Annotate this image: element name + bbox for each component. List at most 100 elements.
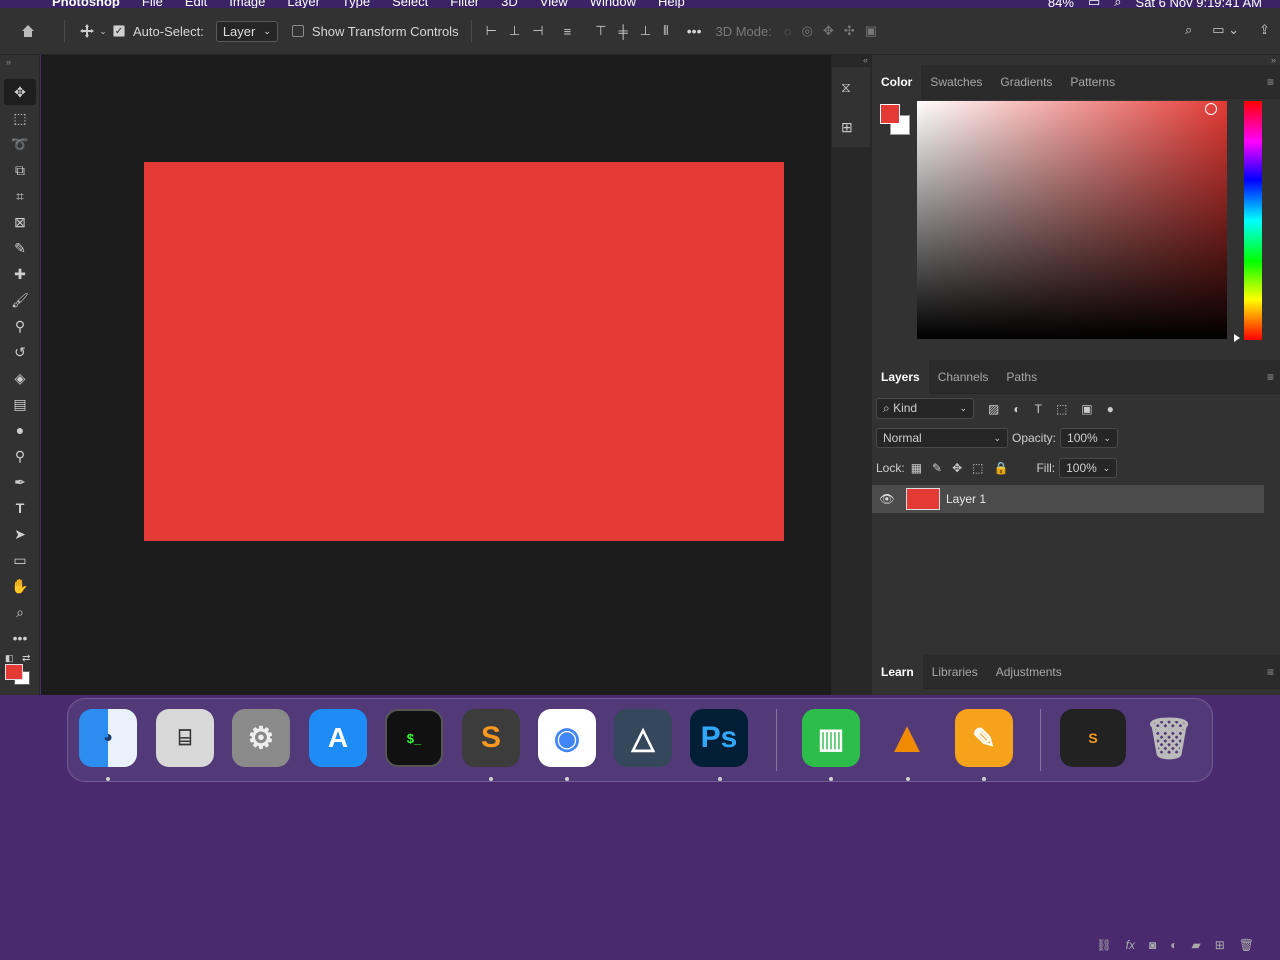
eye-icon[interactable]: 👁 xyxy=(872,492,902,506)
collapse-panels-icon[interactable]: « xyxy=(863,55,868,65)
swap-colors-icon[interactable]: ⇄ xyxy=(22,653,30,664)
lock-image-icon[interactable]: ✎ xyxy=(932,461,942,475)
align-left-icon[interactable]: ⊢ xyxy=(486,23,497,39)
spotlight-icon[interactable]: ⌕ xyxy=(1114,0,1121,8)
vlc-icon[interactable]: ▲ xyxy=(878,709,936,767)
chrome-icon[interactable]: ◉ xyxy=(538,709,596,767)
tab-swatches[interactable]: Swatches xyxy=(921,65,991,99)
terminal-icon[interactable]: $_ xyxy=(385,709,443,767)
align-bottom-icon[interactable]: ⊥ xyxy=(640,23,651,39)
canvas-area[interactable] xyxy=(41,55,831,695)
auto-select-checkbox[interactable]: ✓ xyxy=(113,25,125,37)
auto-select-dropdown[interactable]: Layer ⌄ xyxy=(215,20,278,42)
pen-tool-icon[interactable]: ✒ xyxy=(0,469,40,495)
tab-learn[interactable]: Learn xyxy=(872,654,923,689)
menu-edit[interactable]: Edit xyxy=(185,0,207,8)
system-preferences-icon[interactable]: ⚙ xyxy=(232,709,290,767)
opacity-input[interactable]: 100% ⌄ xyxy=(1060,428,1119,448)
affinity-icon[interactable]: △ xyxy=(614,709,672,767)
filter-pixel-icon[interactable]: ▨ xyxy=(988,402,999,416)
gradient-tool-icon[interactable]: ▤ xyxy=(0,391,40,417)
eraser-tool-icon[interactable]: ◈ xyxy=(0,365,40,391)
layer-thumbnail[interactable] xyxy=(906,488,940,510)
layer-filter-dropdown[interactable]: ⌕ Kind ⌄ xyxy=(876,398,974,419)
photoshop-icon[interactable]: Ps xyxy=(690,709,748,767)
3d-orbit-icon[interactable]: ◌ xyxy=(784,24,792,39)
history-panel-icon[interactable]: ⧖ xyxy=(841,79,851,96)
share-icon[interactable]: ⇪ xyxy=(1259,22,1270,38)
tab-color[interactable]: Color xyxy=(872,64,922,99)
foreground-color-swatch[interactable] xyxy=(5,664,23,680)
home-icon[interactable] xyxy=(0,23,56,39)
object-select-tool-icon[interactable]: ⧉ xyxy=(0,157,40,183)
properties-panel-icon[interactable]: ⊞ xyxy=(841,119,853,136)
menu-layer[interactable]: Layer xyxy=(287,0,320,8)
3d-pan-icon[interactable]: ✥ xyxy=(823,23,834,39)
zoom-tool-icon[interactable]: ⌕ xyxy=(0,599,40,625)
align-hcenter-icon[interactable]: ⊥ xyxy=(509,23,520,39)
search-icon[interactable]: ⌕ xyxy=(1185,22,1192,38)
align-right-icon[interactable]: ⊣ xyxy=(532,23,543,39)
menu-image[interactable]: Image xyxy=(229,0,265,8)
hue-slider-marker[interactable] xyxy=(1234,334,1240,342)
expand-panels-icon[interactable]: » xyxy=(1271,55,1276,65)
dodge-tool-icon[interactable]: ⚲ xyxy=(0,443,40,469)
document-canvas[interactable] xyxy=(144,162,784,541)
tab-libraries[interactable]: Libraries xyxy=(923,655,987,689)
chevron-down-icon[interactable]: ⌄ xyxy=(99,26,107,37)
link-layers-icon[interactable]: ⛓ xyxy=(1096,938,1111,952)
color-field[interactable] xyxy=(917,101,1227,339)
tab-patterns[interactable]: Patterns xyxy=(1061,65,1124,99)
collapse-toolbar-icon[interactable]: » xyxy=(0,55,39,79)
menu-window[interactable]: Window xyxy=(590,0,636,8)
move-tool-icon[interactable]: ✥ xyxy=(4,79,36,105)
app-store-icon[interactable]: A xyxy=(309,709,367,767)
lock-transparent-icon[interactable]: ▦ xyxy=(911,461,922,475)
chevron-down-icon[interactable]: ⌄ xyxy=(1103,433,1111,444)
rectangle-tool-icon[interactable]: ▭ xyxy=(0,547,40,573)
new-layer-icon[interactable]: ⊞ xyxy=(1215,938,1225,952)
pages-icon[interactable]: ✎ xyxy=(955,709,1013,767)
brush-tool-icon[interactable]: 🖌 xyxy=(0,287,40,313)
3d-scale-icon[interactable]: ▣ xyxy=(865,23,877,39)
tab-adjustments[interactable]: Adjustments xyxy=(987,655,1071,689)
more-options-button[interactable]: ••• xyxy=(687,23,702,39)
layer-name[interactable]: Layer 1 xyxy=(946,492,986,506)
3d-slide-icon[interactable]: ✣ xyxy=(844,23,855,39)
sublime-text-icon[interactable]: S xyxy=(462,709,520,767)
eyedropper-tool-icon[interactable]: ✎ xyxy=(0,235,40,261)
show-transform-checkbox[interactable] xyxy=(291,25,304,37)
add-mask-icon[interactable]: ◙ xyxy=(1149,938,1156,952)
lock-all-icon[interactable]: 🔒 xyxy=(994,461,1009,475)
filter-toggle-icon[interactable]: ● xyxy=(1107,402,1114,416)
tab-gradients[interactable]: Gradients xyxy=(991,65,1061,99)
panel-menu-icon[interactable]: ≡ xyxy=(1267,665,1274,679)
clock[interactable]: Sat 6 Nov 9:19:41 AM xyxy=(1136,0,1262,8)
frame-tool-icon[interactable]: ⊠ xyxy=(0,209,40,235)
battery-icon[interactable]: ▭ xyxy=(1088,0,1100,8)
edit-toolbar-icon[interactable]: ••• xyxy=(0,625,40,651)
menu-view[interactable]: View xyxy=(540,0,568,8)
adjustment-layer-icon[interactable]: ◐ xyxy=(1170,938,1177,952)
panel-menu-icon[interactable]: ≡ xyxy=(1267,370,1274,384)
layer-row[interactable]: 👁 Layer 1 xyxy=(872,485,1264,513)
chevron-down-icon[interactable]: ⌄ xyxy=(1103,463,1111,474)
hand-tool-icon[interactable]: ✋ xyxy=(0,573,40,599)
tab-paths[interactable]: Paths xyxy=(997,360,1046,394)
lasso-tool-icon[interactable]: ➰ xyxy=(0,131,40,157)
align-vcenter-icon[interactable]: ╪ xyxy=(618,24,627,39)
3d-roll-icon[interactable]: ◎ xyxy=(802,23,813,39)
tab-channels[interactable]: Channels xyxy=(929,360,998,394)
align-top-icon[interactable]: ⊤ xyxy=(595,23,606,39)
color-picker-handle[interactable] xyxy=(1205,103,1217,115)
screenshot-app-icon[interactable]: ⌸ xyxy=(156,709,214,767)
filter-shape-icon[interactable]: ⬚ xyxy=(1056,402,1067,416)
finder-icon[interactable]: ◕ xyxy=(79,709,137,767)
panel-menu-icon[interactable]: ≡ xyxy=(1267,75,1274,89)
lock-position-icon[interactable]: ✥ xyxy=(952,461,962,475)
type-tool-icon[interactable]: T xyxy=(0,495,40,521)
move-tool-preset-icon[interactable]: ⌄ xyxy=(73,23,113,39)
menu-help[interactable]: Help xyxy=(658,0,685,8)
path-selection-tool-icon[interactable]: ➤ xyxy=(0,521,40,547)
blend-mode-dropdown[interactable]: Normal ⌄ xyxy=(876,428,1008,448)
